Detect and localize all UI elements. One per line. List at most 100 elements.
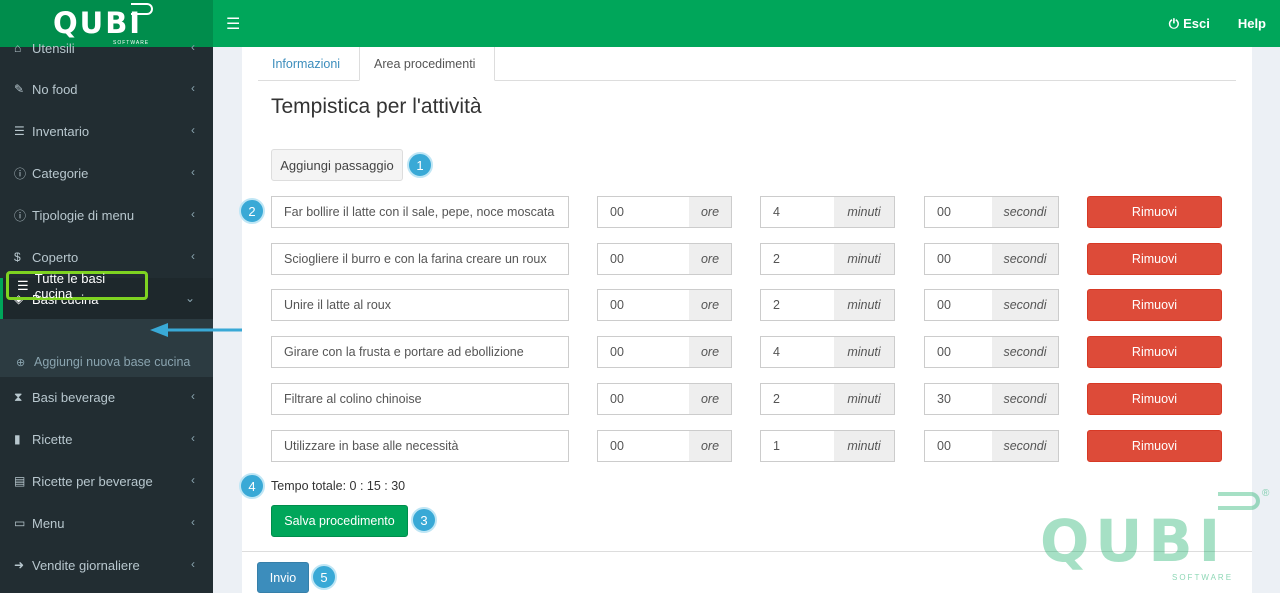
step-row: Utilizzare in base alle necessità 00 ore 1 m…: [0, 429, 1280, 462]
hours-unit-label: ore: [689, 429, 732, 462]
watermark-text: QUBI: [1040, 507, 1227, 575]
step-row: Far bollire il latte con il sale, pepe, …: [0, 196, 1280, 228]
tab-bar: Informazioni Area procedimenti: [258, 47, 1236, 81]
total-time: Tempo totale: 0 : 15 : 30: [271, 479, 406, 493]
minutes-input[interactable]: 2: [760, 289, 835, 322]
hours-input[interactable]: 00: [597, 336, 690, 369]
wrench-icon: ✎: [14, 82, 25, 96]
sidebar-item-label: Categorie: [32, 165, 89, 181]
chevron-left-icon: ‹: [191, 165, 195, 179]
minutes-unit-label: minuti: [834, 242, 895, 275]
sidebar-item-vendite[interactable]: ➜ Vendite giornaliere ‹: [0, 544, 213, 586]
seconds-unit-label: secondi: [992, 336, 1059, 369]
logo-mark-icon: [131, 3, 153, 15]
minutes-input[interactable]: 2: [760, 382, 835, 415]
sidebar-item-inventario[interactable]: ☰ Inventario ‹: [0, 110, 213, 152]
info-icon: ⓘ: [14, 166, 27, 181]
minutes-input[interactable]: 2: [760, 242, 835, 275]
sidebar-item-utensili[interactable]: ⌂ Utensili ‹: [0, 27, 213, 69]
hours-unit-label: ore: [689, 336, 732, 369]
hours-input[interactable]: 00: [597, 196, 690, 228]
help-button[interactable]: Help: [1238, 16, 1266, 32]
chevron-left-icon: ‹: [191, 81, 195, 95]
hours-input[interactable]: 00: [597, 382, 690, 415]
step-row: Sciogliere il burro e con la farina crea…: [0, 242, 1280, 275]
hours-unit-label: ore: [689, 289, 732, 322]
file-text-icon: ▤: [14, 474, 26, 488]
add-step-button[interactable]: Aggiungi passaggio: [271, 149, 403, 181]
chevron-left-icon: ‹: [191, 515, 195, 529]
minutes-unit-label: minuti: [834, 382, 895, 415]
step-row: Girare con la frusta e portare ad ebolli…: [0, 336, 1280, 369]
remove-step-button[interactable]: Rimuovi: [1087, 429, 1222, 462]
minutes-input[interactable]: 4: [760, 336, 835, 369]
save-procedure-button[interactable]: Salva procedimento: [271, 505, 408, 537]
remove-step-button[interactable]: Rimuovi: [1087, 382, 1222, 415]
chevron-left-icon: ‹: [191, 40, 195, 54]
seconds-unit-label: secondi: [992, 242, 1059, 275]
seconds-unit-label: secondi: [992, 382, 1059, 415]
step-description-input[interactable]: Sciogliere il burro e con la farina crea…: [271, 242, 569, 275]
qubi-watermark: ® QUBI SOFTWARE: [1040, 488, 1270, 585]
seconds-input[interactable]: 00: [924, 242, 993, 275]
step-badge-4: 4: [239, 473, 265, 499]
remove-step-button[interactable]: Rimuovi: [1087, 336, 1222, 369]
step-badge-1: 1: [407, 152, 433, 178]
watermark-registered: ®: [1262, 488, 1270, 499]
step-badge-3: 3: [411, 507, 437, 533]
arrow-circle-icon: ➜: [14, 558, 25, 572]
remove-step-button[interactable]: Rimuovi: [1087, 242, 1222, 275]
hours-unit-label: ore: [689, 196, 732, 228]
hours-input[interactable]: 00: [597, 242, 690, 275]
sidebar-item-no-food[interactable]: ✎ No food ‹: [0, 68, 213, 110]
submit-button[interactable]: Invio: [257, 562, 309, 593]
menu-toggle-icon[interactable]: ☰: [226, 14, 240, 34]
step-description-input[interactable]: Far bollire il latte con il sale, pepe, …: [271, 196, 569, 228]
list-icon: ☰: [14, 124, 25, 138]
page-title: Tempistica per l'attività: [271, 95, 482, 118]
step-row: Filtrare al colino chinoise 00 ore 2 minuti 3…: [0, 382, 1280, 415]
seconds-input[interactable]: 00: [924, 196, 993, 228]
sidebar-item-label: No food: [32, 81, 78, 97]
minutes-unit-label: minuti: [834, 196, 895, 228]
hours-input[interactable]: 00: [597, 289, 690, 322]
sidebar-item-label: Menu: [32, 515, 65, 531]
minutes-input[interactable]: 4: [760, 196, 835, 228]
sidebar-item-label: Utensili: [32, 40, 75, 56]
card-icon: ▭: [14, 516, 26, 530]
step-description-input[interactable]: Filtrare al colino chinoise: [271, 382, 569, 415]
tab-area-procedimenti[interactable]: Area procedimenti: [359, 47, 495, 81]
seconds-input[interactable]: 00: [924, 289, 993, 322]
chevron-left-icon: ‹: [191, 123, 195, 137]
seconds-unit-label: secondi: [992, 196, 1059, 228]
remove-step-button[interactable]: Rimuovi: [1087, 196, 1222, 228]
step-row: Unire il latte al roux 00 ore 2 minuti 00 seco…: [0, 289, 1280, 322]
pointer-arrow-icon: [150, 323, 246, 337]
sidebar-item-ricette-beverage[interactable]: ▤ Ricette per beverage ‹: [0, 460, 213, 502]
exit-label: Esci: [1183, 16, 1210, 31]
power-icon: ⏻: [1168, 16, 1180, 31]
seconds-unit-label: secondi: [992, 429, 1059, 462]
sidebar-item-label: Inventario: [32, 123, 90, 139]
seconds-input[interactable]: 00: [924, 429, 993, 462]
chevron-left-icon: ‹: [191, 473, 195, 487]
minutes-unit-label: minuti: [834, 429, 895, 462]
chevron-left-icon: ‹: [191, 557, 195, 571]
exit-button[interactable]: ⏻ Esci: [1169, 16, 1210, 32]
step-description-input[interactable]: Girare con la frusta e portare ad ebolli…: [271, 336, 569, 369]
sidebar-item-categorie[interactable]: ⓘ Categorie ‹: [0, 152, 213, 194]
hours-input[interactable]: 00: [597, 429, 690, 462]
minutes-unit-label: minuti: [834, 336, 895, 369]
step-description-input[interactable]: Unire il latte al roux: [271, 289, 569, 322]
sidebar-item-label: Vendite giornaliere: [32, 557, 140, 573]
step-badge-5: 5: [311, 564, 337, 590]
step-description-input[interactable]: Utilizzare in base alle necessità: [271, 429, 569, 462]
seconds-input[interactable]: 30: [924, 382, 993, 415]
tab-informazioni[interactable]: Informazioni: [258, 47, 354, 81]
hours-unit-label: ore: [689, 242, 732, 275]
sidebar-item-menu[interactable]: ▭ Menu ‹: [0, 502, 213, 544]
seconds-input[interactable]: 00: [924, 336, 993, 369]
remove-step-button[interactable]: Rimuovi: [1087, 289, 1222, 322]
seconds-unit-label: secondi: [992, 289, 1059, 322]
minutes-input[interactable]: 1: [760, 429, 835, 462]
